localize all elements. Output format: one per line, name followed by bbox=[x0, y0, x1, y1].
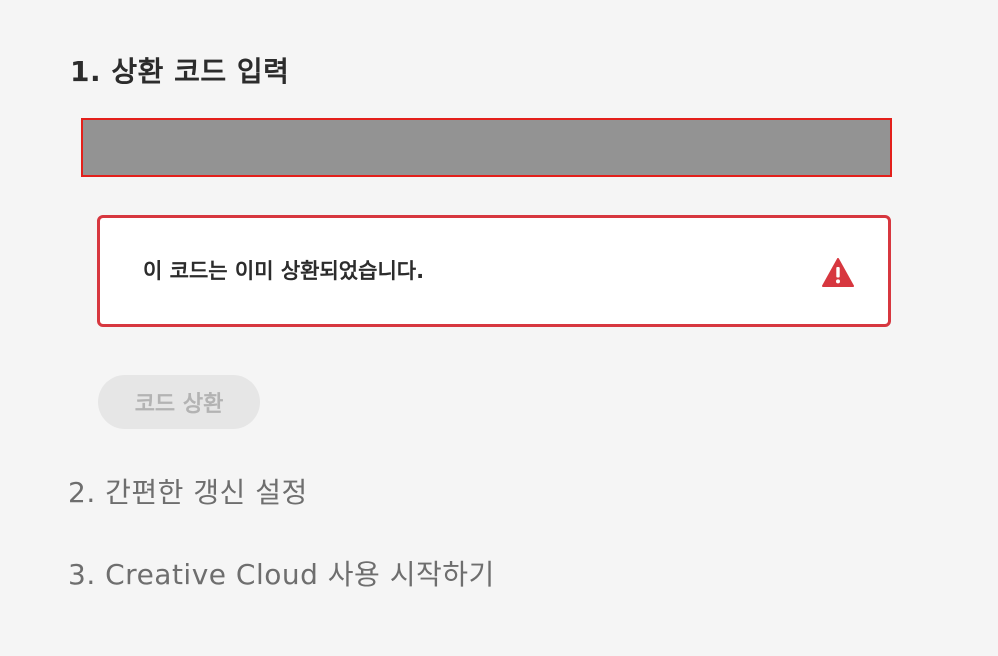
error-message-text: 이 코드는 이미 상환되었습니다. bbox=[143, 259, 425, 283]
redeem-code-button[interactable]: 코드 상환 bbox=[98, 375, 260, 429]
error-message-box: 이 코드는 이미 상환되었습니다. bbox=[97, 215, 891, 327]
redemption-code-input[interactable] bbox=[81, 118, 892, 177]
step-3-title: 3. Creative Cloud 사용 시작하기 bbox=[68, 558, 495, 591]
alert-triangle-icon bbox=[822, 258, 854, 287]
step-1-title: 1. 상환 코드 입력 bbox=[70, 55, 290, 88]
step-2-title: 2. 간편한 갱신 설정 bbox=[68, 476, 308, 509]
